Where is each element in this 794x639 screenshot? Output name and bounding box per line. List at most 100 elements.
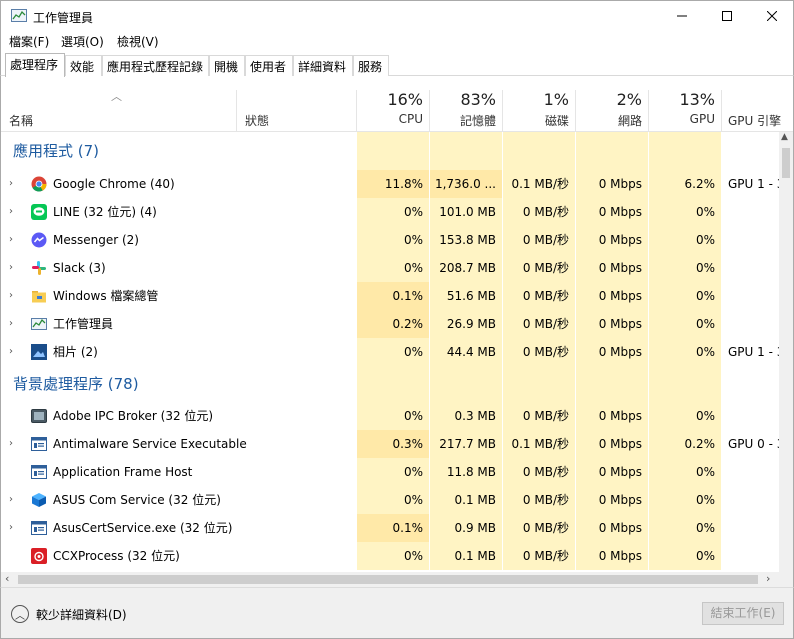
chevron-right-icon[interactable]: › <box>9 346 19 358</box>
end-task-button[interactable]: 結束工作(E) <box>702 602 784 625</box>
network-value: 0 Mbps <box>576 226 648 254</box>
disk-value: 0 MB/秒 <box>503 198 575 226</box>
process-row[interactable]: › 工作管理員 0.2% 26.9 MB 0 MB/秒 0 Mbps 0% <box>1 310 779 338</box>
disk-value: 0.1 MB/秒 <box>503 170 575 198</box>
messenger-icon <box>31 232 47 248</box>
process-row[interactable]: Adobe IPC Broker (32 位元) 0% 0.3 MB 0 MB/秒 0 … <box>1 402 779 430</box>
metric-column-bg <box>503 132 575 170</box>
tab-users[interactable]: 使用者 <box>245 55 293 76</box>
process-list: ︿ 名稱 狀態 16% CPU 83% 記憶體 1% 磁碟 2% 網路 13% <box>0 76 794 587</box>
network-value: 0 Mbps <box>576 170 648 198</box>
column-disk[interactable]: 1% 磁碟 <box>503 76 575 132</box>
cpu-value: 0.2% <box>357 310 429 338</box>
menu-view[interactable]: 檢視(V) <box>117 33 159 50</box>
gpu-value: 0% <box>649 226 721 254</box>
vertical-scrollbar[interactable]: ▲ <box>779 132 793 572</box>
scroll-thumb-horizontal[interactable] <box>18 575 758 584</box>
process-row[interactable]: CCXProcess (32 位元) 0% 0.1 MB 0 MB/秒 0 Mbps 0% <box>1 542 779 570</box>
process-row[interactable]: › LINE (32 位元) (4) 0% 101.0 MB 0 MB/秒 0 Mbps 0… <box>1 198 779 226</box>
tab-startup[interactable]: 開機 <box>209 55 245 76</box>
chevron-right-icon[interactable]: › <box>9 206 19 218</box>
column-gpu[interactable]: 13% GPU <box>649 76 721 132</box>
column-memory[interactable]: 83% 記憶體 <box>430 76 502 132</box>
process-name: Google Chrome (40) <box>53 177 175 191</box>
process-row[interactable]: › AsusCertService.exe (32 位元) 0.1% 0.9 MB 0 … <box>1 514 779 542</box>
scroll-right-icon[interactable]: › <box>766 572 770 585</box>
metric-column-bg <box>357 366 429 402</box>
chevron-right-icon[interactable]: › <box>9 262 19 274</box>
horizontal-scrollbar[interactable]: ‹ › <box>1 572 793 587</box>
chevron-right-icon[interactable]: › <box>9 318 19 330</box>
memory-value: 26.9 MB <box>430 310 502 338</box>
column-status[interactable]: 狀態 <box>237 76 356 132</box>
gpu-value: 0% <box>649 338 721 366</box>
menu-file[interactable]: 檔案(F) <box>9 33 49 50</box>
metric-column-bg <box>576 132 648 170</box>
tab-processes[interactable]: 處理程序 <box>5 53 65 77</box>
photos-icon <box>31 344 47 360</box>
memory-value: 51.6 MB <box>430 282 502 310</box>
chevron-right-icon[interactable]: › <box>9 438 19 450</box>
chevron-right-icon[interactable]: › <box>9 290 19 302</box>
minimize-button[interactable] <box>659 1 705 31</box>
network-value: 0 Mbps <box>576 402 648 430</box>
process-row[interactable]: › ASUS Com Service (32 位元) 0% 0.1 MB 0 MB/秒 0… <box>1 486 779 514</box>
column-status-label: 狀態 <box>245 114 270 128</box>
chevron-right-icon[interactable]: › <box>9 494 19 506</box>
disk-value: 0 MB/秒 <box>503 310 575 338</box>
process-row[interactable]: › Windows 檔案總管 0.1% 51.6 MB 0 MB/秒 0 Mbps 0% <box>1 282 779 310</box>
tab-app-history[interactable]: 應用程式歷程記錄 <box>102 55 209 76</box>
process-row[interactable]: › Slack (3) 0% 208.7 MB 0 MB/秒 0 Mbps 0% <box>1 254 779 282</box>
column-name[interactable]: ︿ 名稱 <box>1 76 236 132</box>
cpu-value: 0% <box>357 458 429 486</box>
gpu-engine-value <box>722 542 779 570</box>
scroll-thumb[interactable] <box>782 148 790 178</box>
column-disk-label: 磁碟 <box>544 114 569 128</box>
cpu-value: 0% <box>357 402 429 430</box>
chevron-right-icon[interactable]: › <box>9 178 19 190</box>
gpu-engine-value: GPU 0 - 3 <box>728 437 779 451</box>
gpu-engine-value: GPU 1 - 3 <box>728 345 779 359</box>
footer: ︿ 較少詳細資料(D) 結束工作(E) <box>0 587 794 639</box>
chevron-right-icon[interactable]: › <box>9 522 19 534</box>
fewer-details-label: 較少詳細資料(D) <box>36 607 127 622</box>
tab-details[interactable]: 詳細資料 <box>293 55 353 76</box>
process-name: Antimalware Service Executable <box>53 437 247 451</box>
group-title: 背景處理程序 (78) <box>13 375 139 393</box>
gpu-value: 0% <box>649 282 721 310</box>
maximize-button[interactable] <box>704 1 750 31</box>
task-manager-icon <box>11 9 27 22</box>
process-name: 相片 (2) <box>53 345 98 359</box>
gpu-value: 6.2% <box>649 170 721 198</box>
fewer-details-button[interactable]: ︿ 較少詳細資料(D) <box>11 605 127 623</box>
close-icon <box>767 11 777 21</box>
disk-value: 0 MB/秒 <box>503 226 575 254</box>
menu-options[interactable]: 選項(O) <box>61 33 104 50</box>
chevron-right-icon[interactable]: › <box>9 234 19 246</box>
process-name: Application Frame Host <box>53 465 193 479</box>
tab-services[interactable]: 服務 <box>353 55 389 76</box>
close-button[interactable] <box>749 1 794 31</box>
metric-column-bg <box>649 366 721 402</box>
column-network[interactable]: 2% 網路 <box>576 76 648 132</box>
column-name-label: 名稱 <box>9 114 34 128</box>
gpu-engine-value <box>722 486 779 514</box>
column-cpu[interactable]: 16% CPU <box>357 76 429 132</box>
tab-performance[interactable]: 效能 <box>65 55 102 76</box>
process-row[interactable]: › Google Chrome (40) 11.8% 1,736.0 ... 0.1 M… <box>1 170 779 198</box>
network-value: 0 Mbps <box>576 542 648 570</box>
gpu-engine-value <box>722 226 779 254</box>
minimize-icon <box>677 15 687 17</box>
process-row[interactable]: Application Frame Host 0% 11.8 MB 0 MB/秒 0 M… <box>1 458 779 486</box>
process-row[interactable]: › Antimalware Service Executable 0.3% 217.7… <box>1 430 779 458</box>
process-row[interactable]: › 相片 (2) 0% 44.4 MB 0 MB/秒 0 Mbps 0% GPU 1 - 3 <box>1 338 779 366</box>
column-gpu-engine[interactable]: GPU 引擎 <box>722 76 793 132</box>
process-name: 工作管理員 <box>53 317 114 331</box>
scroll-left-icon[interactable]: ‹ <box>5 572 9 585</box>
process-row[interactable]: › Messenger (2) 0% 153.8 MB 0 MB/秒 0 Mbps 0% <box>1 226 779 254</box>
column-cpu-label: CPU <box>398 112 423 126</box>
scroll-up-icon[interactable]: ▲ <box>781 132 788 142</box>
metric-column-bg <box>357 132 429 170</box>
service-icon <box>31 436 47 452</box>
adobe-ipc-icon <box>31 408 47 424</box>
